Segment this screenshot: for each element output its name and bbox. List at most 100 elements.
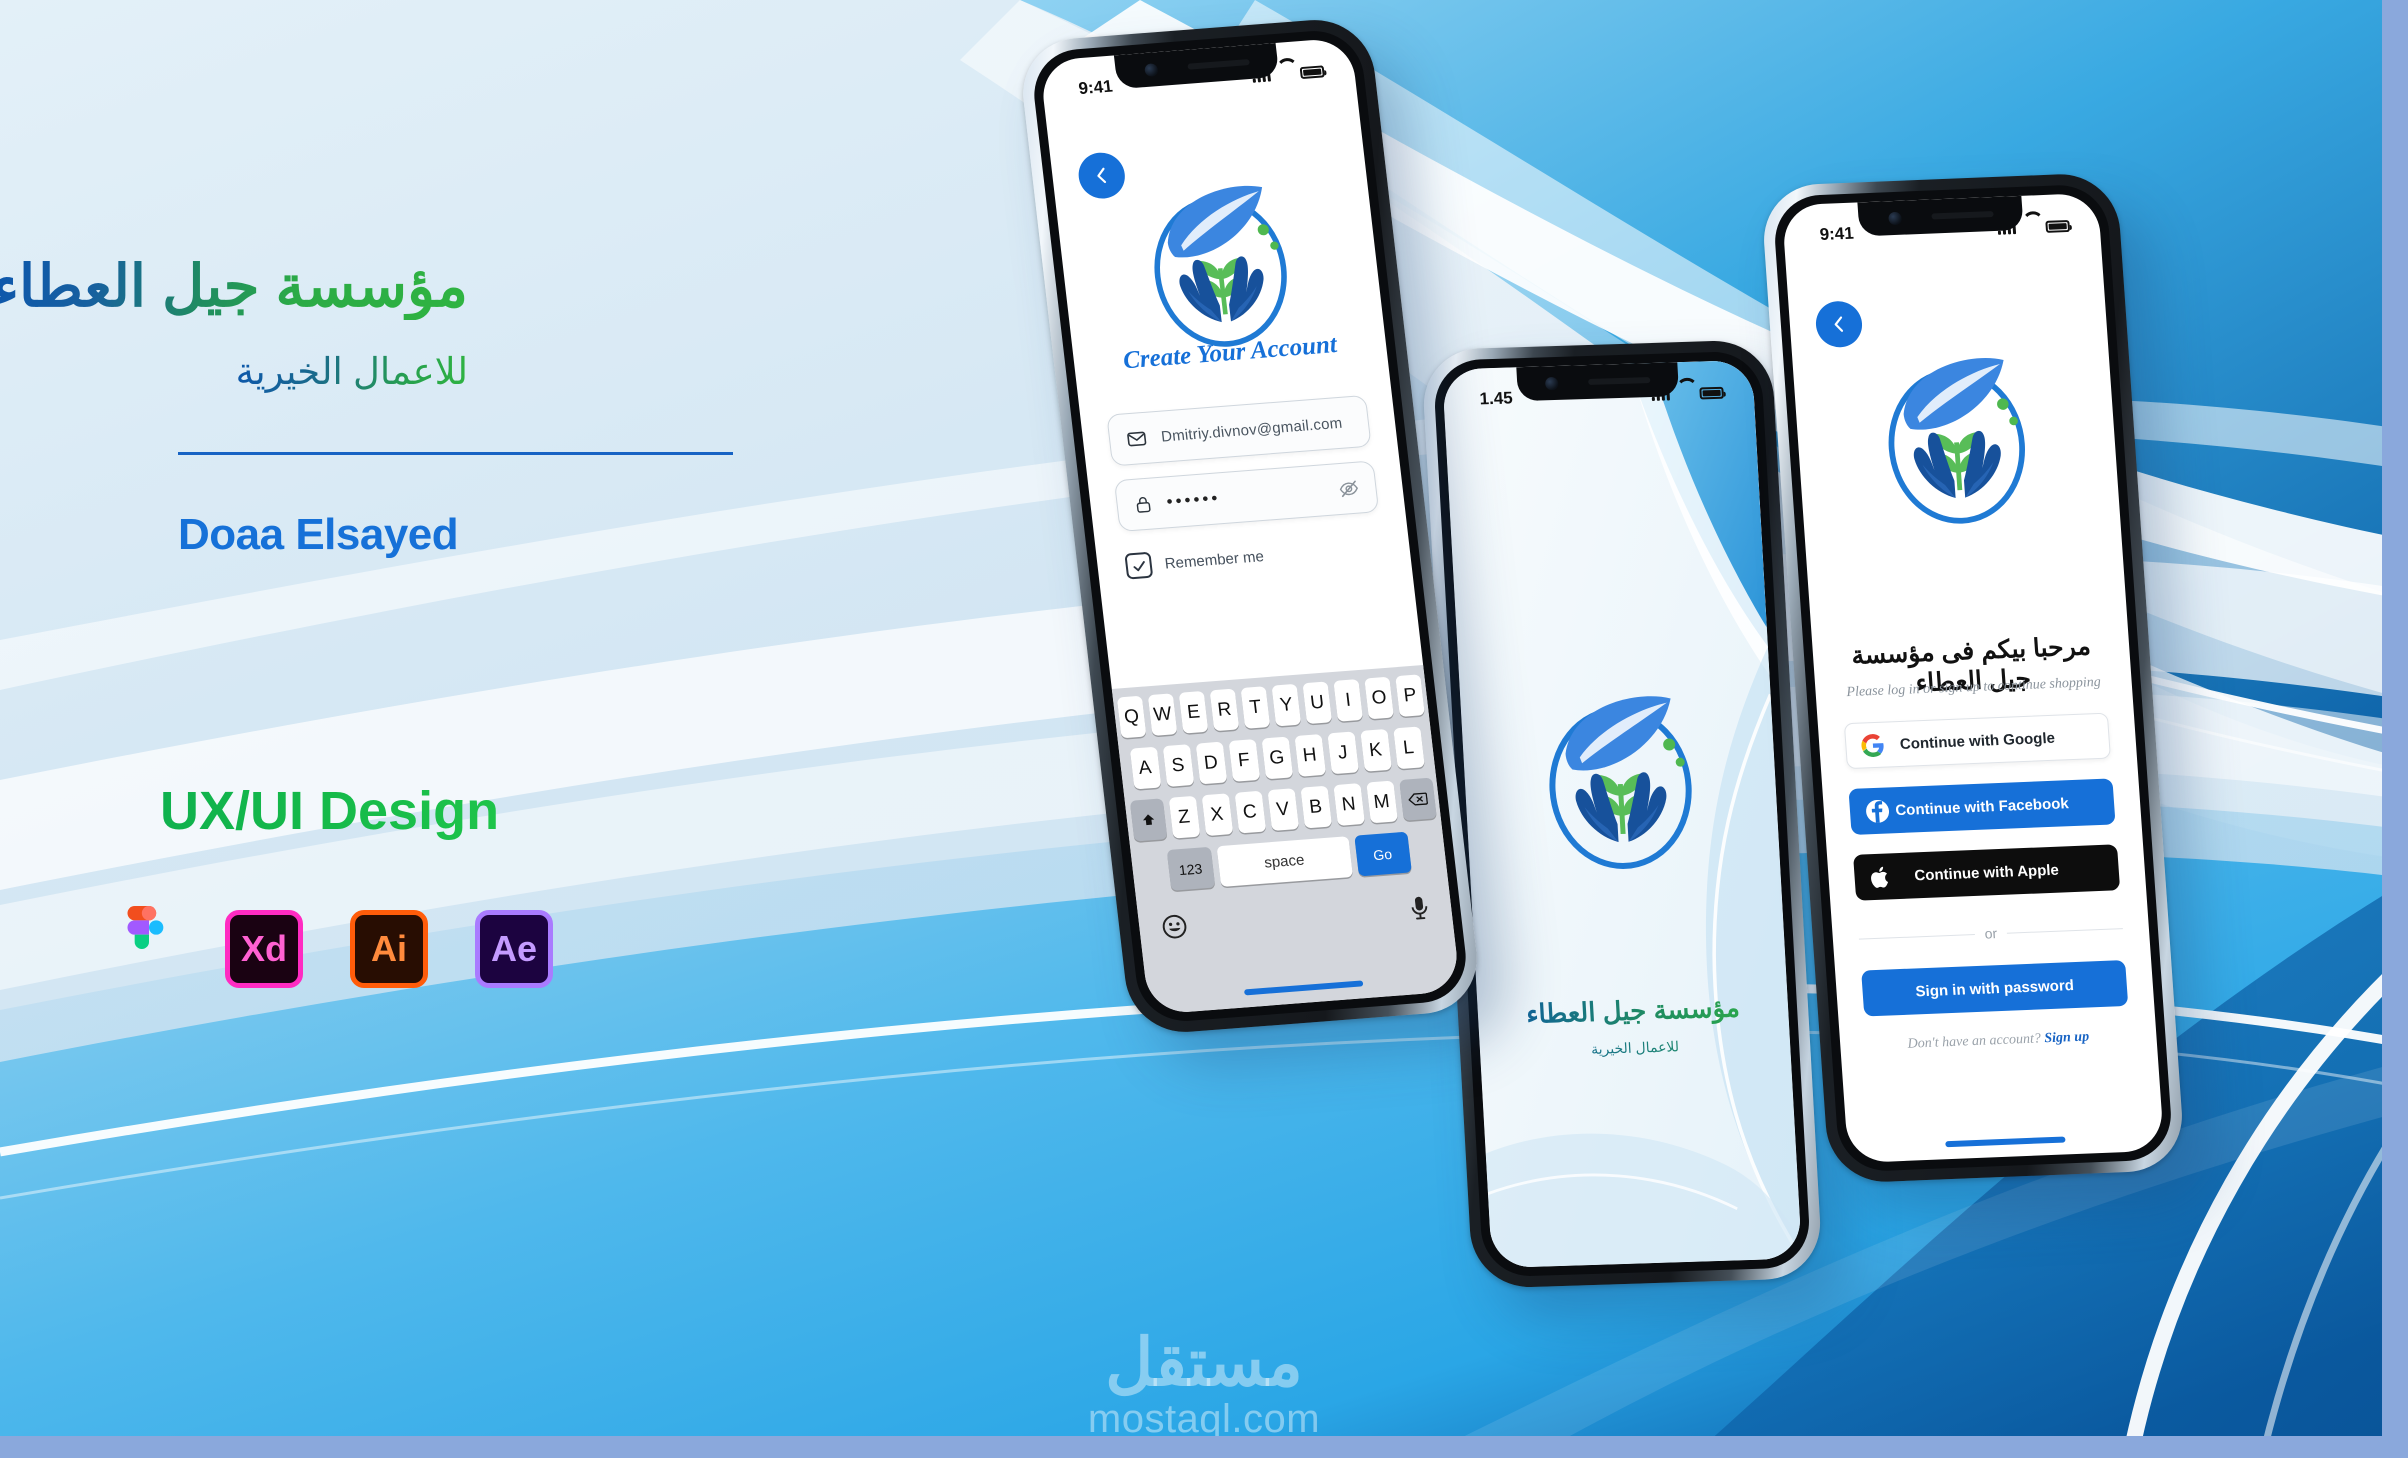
key-s[interactable]: S — [1162, 744, 1194, 787]
key-m[interactable]: M — [1365, 780, 1398, 824]
home-indicator — [1945, 1136, 2066, 1148]
go-key[interactable]: Go — [1353, 831, 1412, 877]
onscreen-keyboard[interactable]: Q W E R T Y U I O P A S D F G H J K L Z … — [1111, 665, 1461, 1015]
facebook-icon — [1864, 798, 1891, 824]
status-time: 1.45 — [1479, 388, 1514, 409]
space-key[interactable]: space — [1216, 836, 1353, 888]
phone-mockup-login: 9:41 مرحبا بيكم فى مؤسسة جيل العطاء Plea… — [1760, 172, 2186, 1184]
key-f[interactable]: F — [1228, 739, 1260, 782]
section-divider — [178, 452, 733, 455]
key-g[interactable]: G — [1261, 736, 1293, 780]
adobe-after-effects-label: Ae — [490, 928, 538, 969]
app-logo — [1867, 343, 2045, 531]
back-button[interactable] — [1814, 300, 1864, 349]
emoji-icon[interactable] — [1160, 913, 1189, 941]
shift-arrow-icon — [1142, 814, 1154, 826]
front-camera-icon — [1544, 376, 1559, 390]
remember-me-checkbox[interactable] — [1124, 551, 1154, 580]
backspace-key[interactable] — [1398, 777, 1437, 821]
organization-subtitle: للاعمال الخيرية — [235, 351, 468, 392]
battery-icon — [1699, 386, 1724, 399]
front-camera-icon — [1143, 62, 1159, 77]
google-icon — [1861, 733, 1886, 757]
tool-icon-list: Xd Ai Ae — [120, 906, 553, 988]
splash-screen: 1.45 مؤسسة جيل العطاء للاعمال الخيرية — [1441, 359, 1803, 1269]
adobe-illustrator-icon: Ai — [350, 910, 428, 988]
front-camera-icon — [1887, 211, 1902, 225]
earpiece-speaker-icon — [1186, 59, 1250, 70]
key-p[interactable]: P — [1395, 674, 1425, 717]
key-j[interactable]: J — [1326, 731, 1359, 775]
key-h[interactable]: H — [1293, 734, 1326, 777]
email-value: Dmitriy.divnov@gmail.com — [1160, 414, 1344, 446]
earpiece-speaker-icon — [1930, 211, 1994, 220]
password-field[interactable]: •••••• — [1113, 460, 1380, 533]
key-q[interactable]: Q — [1116, 695, 1147, 739]
status-time: 9:41 — [1819, 223, 1855, 244]
key-l[interactable]: L — [1392, 726, 1425, 770]
wifi-icon — [2022, 221, 2039, 234]
remember-me-row[interactable]: Remember me — [1124, 543, 1265, 580]
key-o[interactable]: O — [1364, 676, 1394, 720]
microphone-icon[interactable] — [1409, 894, 1431, 921]
key-k[interactable]: K — [1359, 728, 1392, 772]
notch — [1516, 362, 1680, 402]
apple-icon — [1869, 864, 1892, 890]
backspace-icon — [1407, 792, 1428, 806]
chevron-left-icon — [1834, 316, 1844, 332]
continue-with-apple-button[interactable]: Continue with Apple — [1853, 844, 2121, 901]
key-x[interactable]: X — [1201, 793, 1233, 837]
key-v[interactable]: V — [1266, 788, 1299, 832]
key-c[interactable]: C — [1234, 790, 1266, 834]
key-i[interactable]: I — [1333, 679, 1364, 722]
lock-icon — [1136, 496, 1151, 513]
role-title: UX/UI Design — [160, 781, 500, 841]
divider-line-right — [2007, 927, 2123, 934]
continue-with-facebook-button[interactable]: Continue with Facebook — [1848, 778, 2116, 835]
key-d[interactable]: D — [1195, 741, 1227, 785]
login-screen: 9:41 مرحبا بيكم فى مؤسسة جيل العطاء Plea… — [1781, 192, 2165, 1164]
adobe-xd-icon: Xd — [225, 910, 303, 988]
divider-line-left — [1858, 933, 1975, 940]
status-time: 9:41 — [1077, 76, 1114, 99]
continue-with-google-button[interactable]: Continue with Google — [1843, 712, 2111, 770]
signup-link[interactable]: Sign up — [2044, 1029, 2090, 1046]
email-field[interactable]: Dmitriy.divnov@gmail.com — [1106, 394, 1372, 467]
back-button[interactable] — [1076, 150, 1128, 201]
key-y[interactable]: Y — [1271, 683, 1302, 727]
apple-button-label: Continue with Apple — [1913, 861, 2060, 884]
numbers-key[interactable]: 123 — [1166, 846, 1215, 891]
password-value: •••••• — [1165, 488, 1222, 512]
key-w[interactable]: W — [1147, 693, 1178, 736]
key-b[interactable]: B — [1299, 785, 1332, 829]
key-r[interactable]: R — [1209, 688, 1240, 732]
organization-title: مؤسسة جيل العطاء — [0, 252, 468, 320]
signup-prompt-row[interactable]: Don't have an account? Sign up — [1840, 1027, 2157, 1056]
wifi-icon — [1676, 387, 1693, 399]
eye-off-icon[interactable] — [1337, 477, 1360, 499]
sign-in-password-label: Sign in with password — [1914, 976, 2075, 1000]
poster-canvas: مؤسسة جيل العطاء للاعمال الخيرية Doaa El… — [0, 0, 2408, 1458]
key-z[interactable]: Z — [1168, 795, 1200, 839]
google-button-label: Continue with Google — [1899, 729, 2056, 753]
earpiece-speaker-icon — [1588, 377, 1651, 385]
or-label: or — [1984, 925, 1998, 942]
remember-me-label: Remember me — [1163, 547, 1265, 573]
battery-icon — [2045, 219, 2071, 233]
key-a[interactable]: A — [1129, 746, 1161, 790]
key-e[interactable]: E — [1178, 690, 1209, 734]
sign-in-with-password-button[interactable]: Sign in with password — [1861, 959, 2129, 1017]
intro-panel: مؤسسة جيل العطاء للاعمال الخيرية Doaa El… — [0, 0, 780, 1458]
adobe-xd-label: Xd — [240, 928, 287, 969]
shift-key[interactable] — [1129, 798, 1167, 842]
app-logo — [1130, 170, 1310, 357]
phone-mockup-splash: 1.45 مؤسسة جيل العطاء للاعمال الخيرية — [1420, 339, 1824, 1289]
check-icon — [1132, 560, 1145, 571]
key-u[interactable]: U — [1302, 681, 1333, 725]
key-n[interactable]: N — [1332, 783, 1365, 826]
chevron-left-icon — [1097, 167, 1107, 184]
key-t[interactable]: T — [1240, 686, 1271, 729]
envelope-icon — [1127, 431, 1147, 446]
or-divider: or — [1858, 920, 2123, 947]
wifi-icon — [1277, 67, 1294, 80]
